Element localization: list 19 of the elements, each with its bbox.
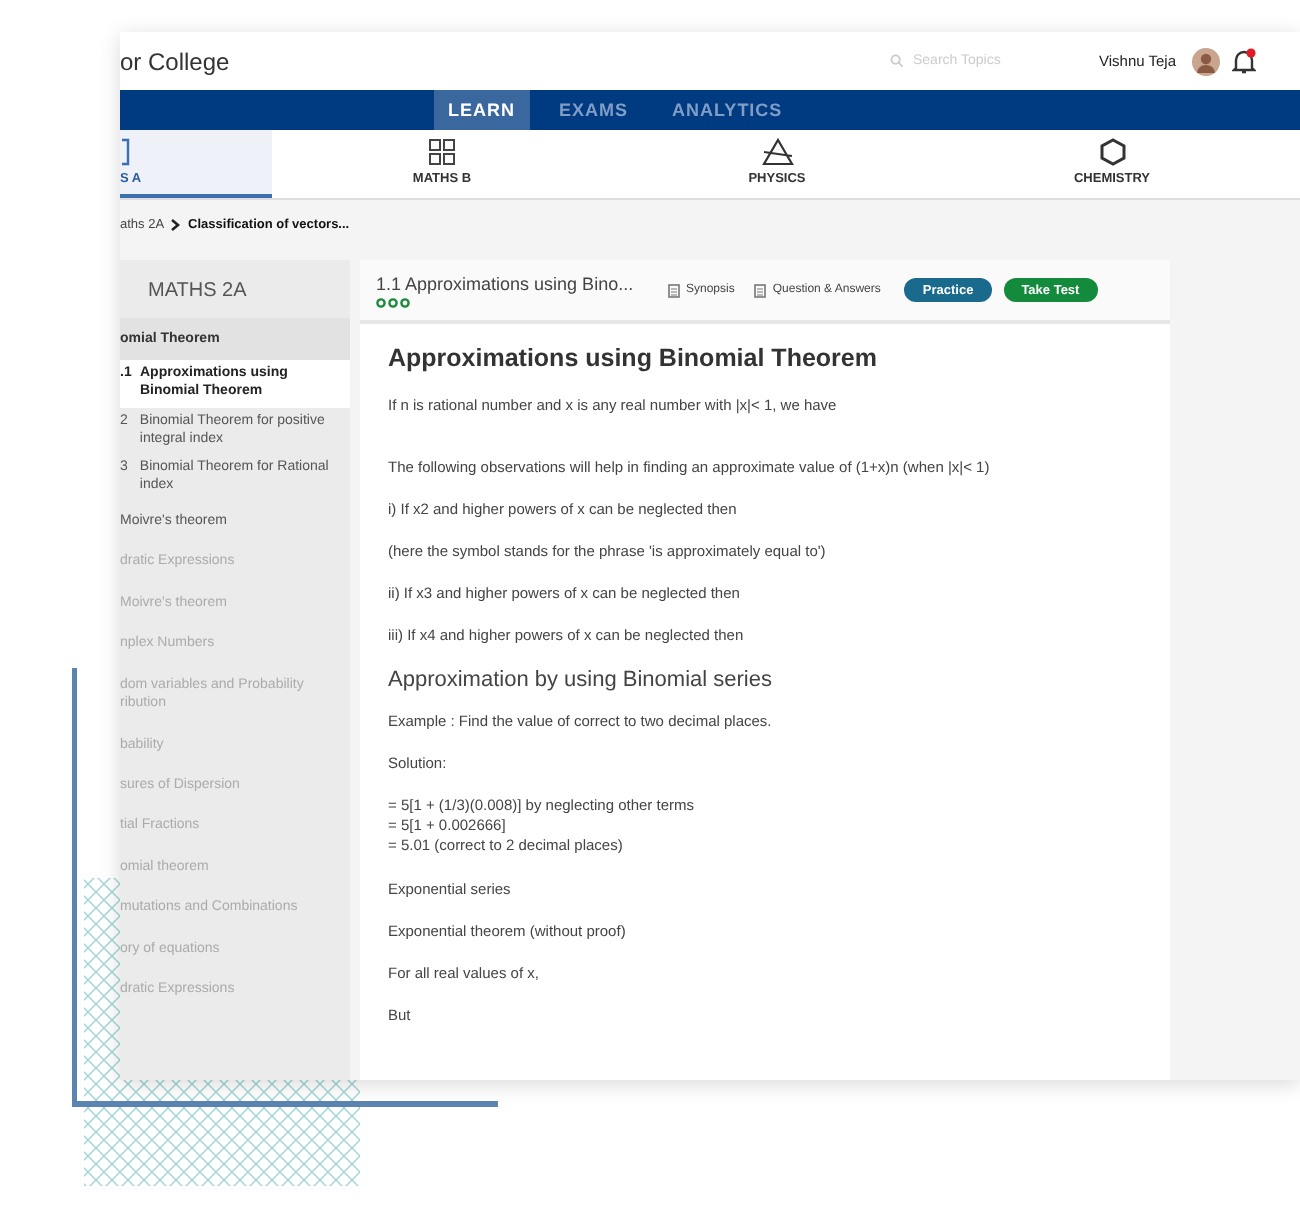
nav-tab[interactable]: ANALYTICS: [658, 90, 797, 130]
sidebar-title: MATHS 2A: [146, 278, 249, 306]
notification-bell-icon[interactable]: [1232, 48, 1256, 74]
grid-icon: [428, 138, 456, 166]
list-icon: [754, 283, 767, 297]
chevron-icon: [170, 217, 183, 231]
lesson-heading: Approximations using Binomial Theorem: [388, 344, 877, 372]
prism-icon: [761, 138, 793, 166]
search-icon: [890, 54, 905, 68]
nav-tab[interactable]: LEARN: [434, 90, 529, 130]
document-icon: [668, 283, 680, 297]
progress-dots-icon: [376, 297, 410, 307]
avatar-icon[interactable]: [1192, 47, 1220, 75]
section-heading: Approximation by using Binomial series: [388, 668, 772, 692]
brand-name: or College: [120, 47, 230, 75]
nav-tab[interactable]: EXAMS: [545, 90, 643, 130]
lesson-title: 1.1 Approximations using Bino...: [376, 273, 636, 293]
hexagon-icon: [1099, 138, 1125, 166]
subject-icon: [120, 138, 132, 166]
